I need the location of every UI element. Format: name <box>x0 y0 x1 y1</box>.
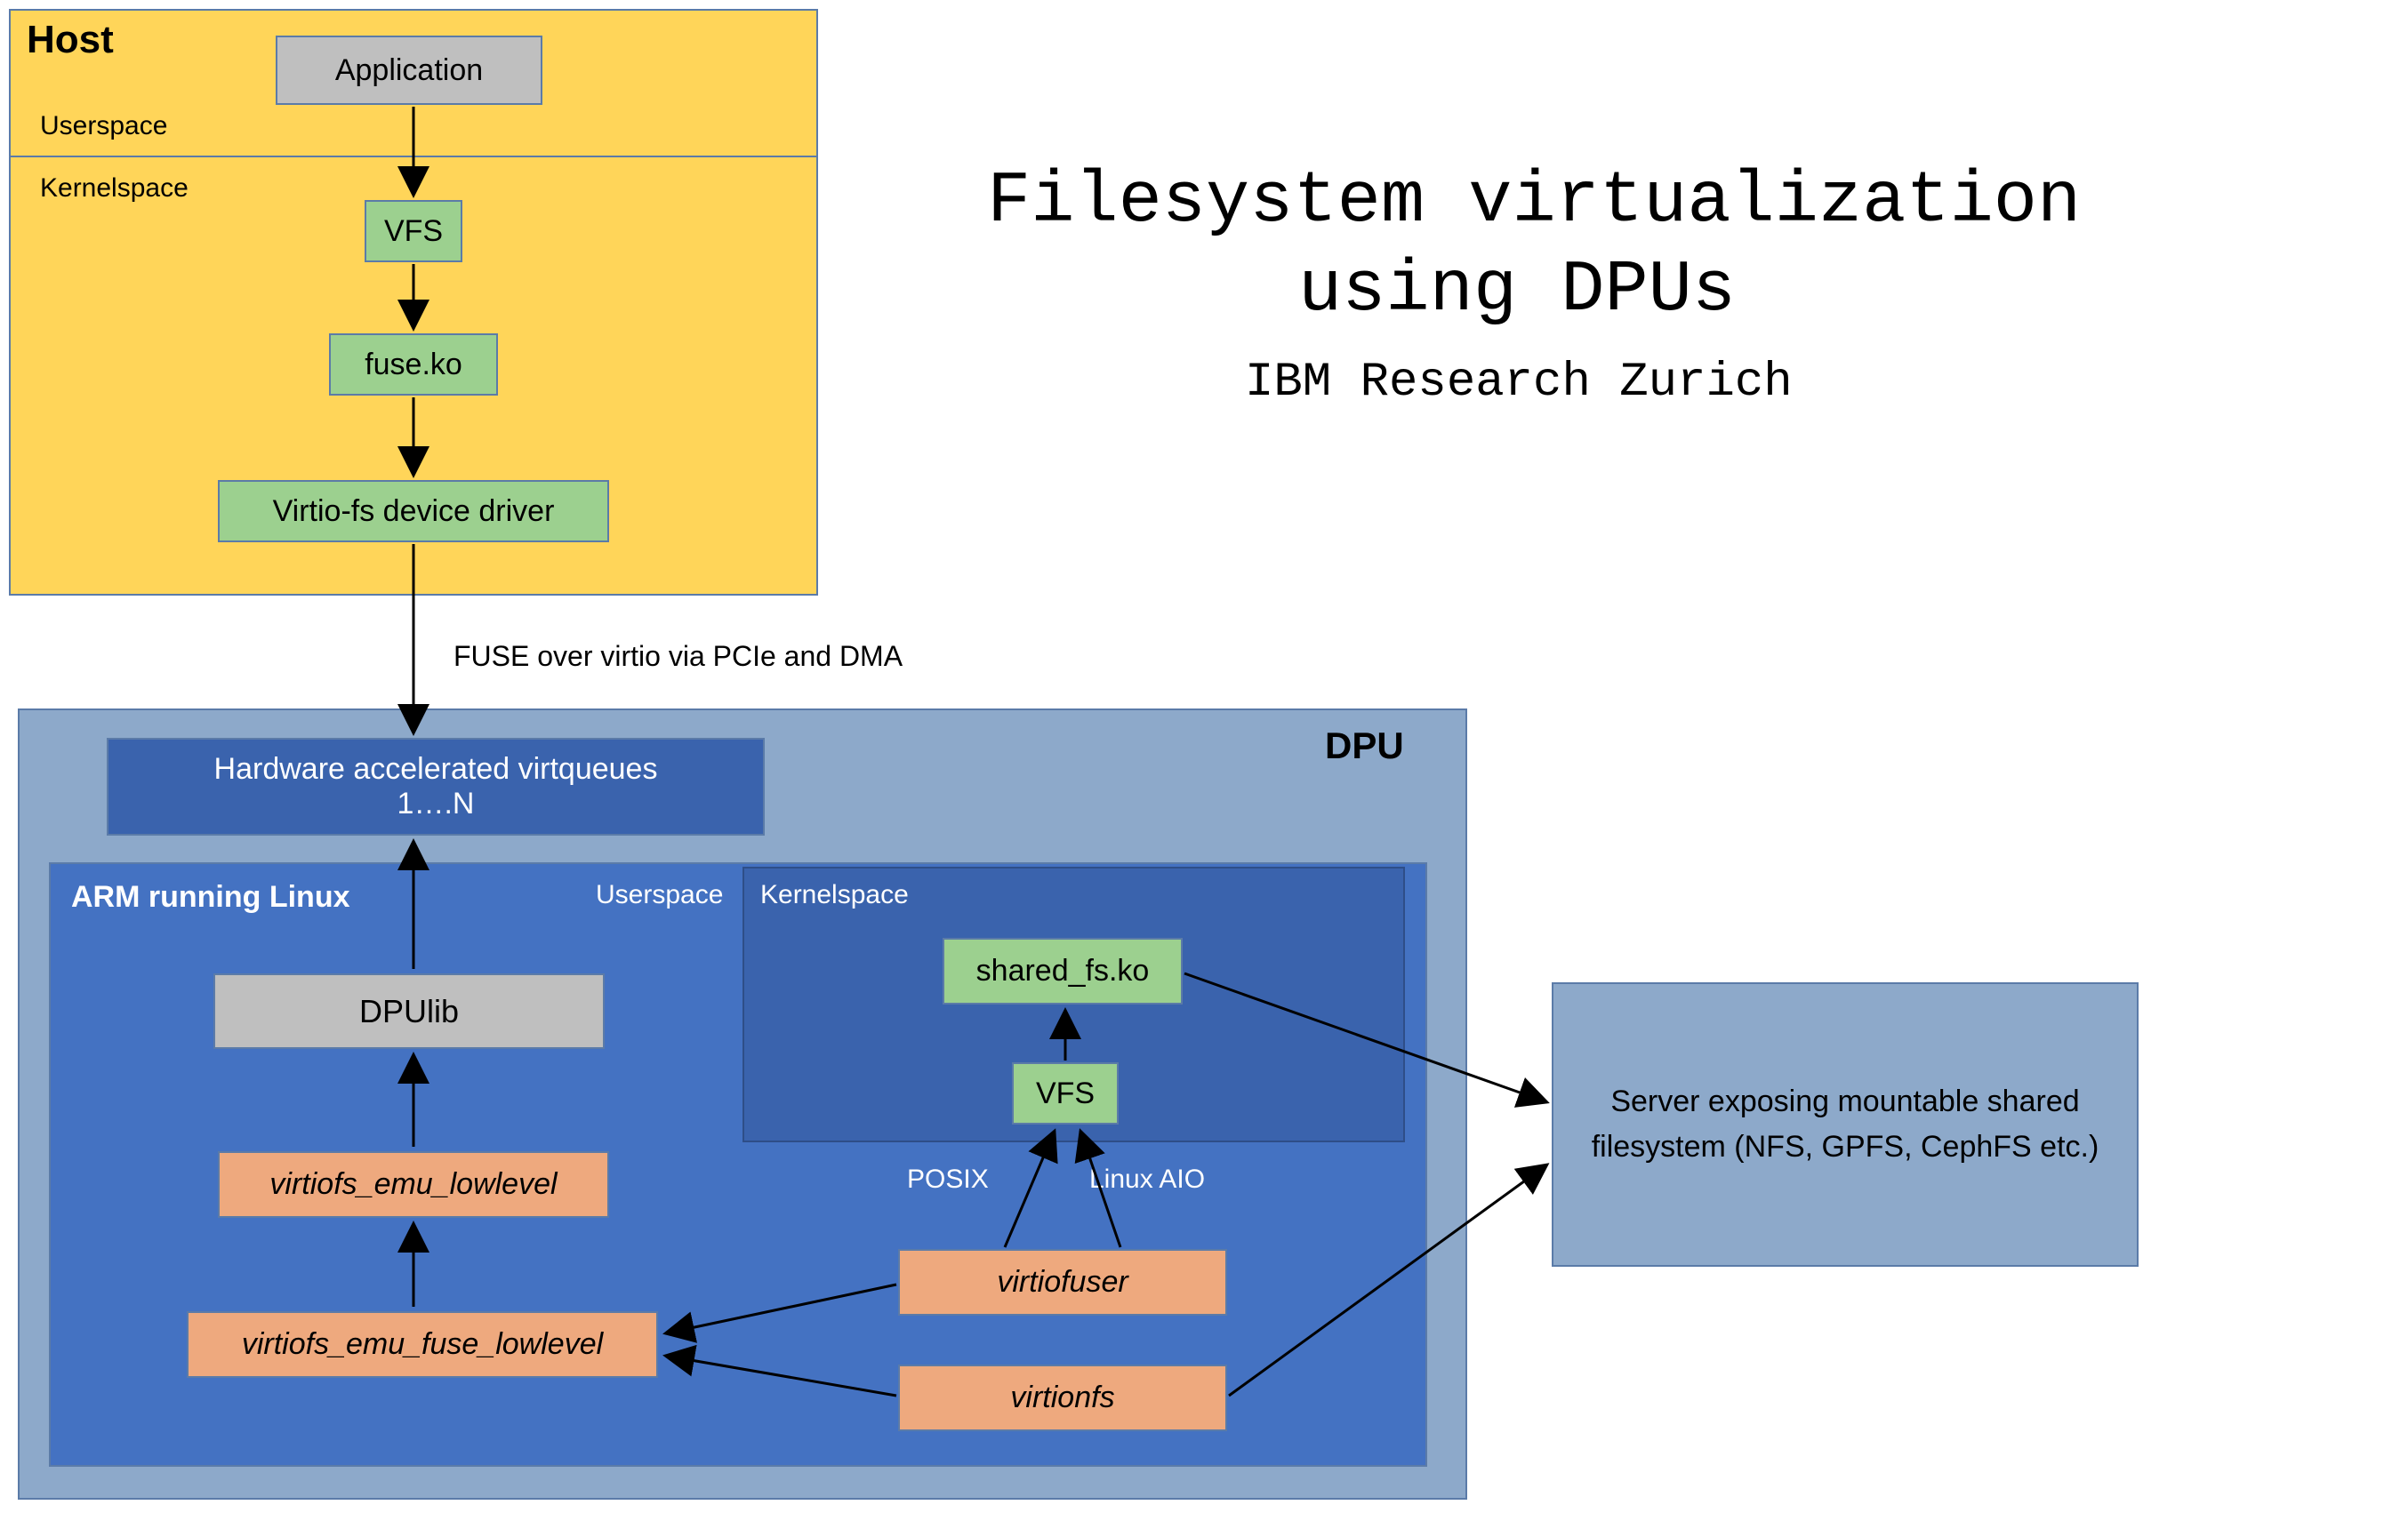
host-kernelspace-label: Kernelspace <box>40 173 189 204</box>
application-text: Application <box>335 53 483 88</box>
dpu-vfs-text: VFS <box>1036 1077 1095 1111</box>
shared-fs-ko-box: shared_fs.ko <box>943 938 1183 1005</box>
application-box: Application <box>276 36 542 105</box>
fuse-over-virtio-label: FUSE over virtio via PCIe and DMA <box>454 640 903 673</box>
server-text2: filesystem (NFS, GPFS, CephFS etc.) <box>1592 1125 2099 1170</box>
host-userspace-label: Userspace <box>40 111 167 141</box>
page-title-line2: using DPUs <box>1298 249 1736 332</box>
virtiofs-emu-fuse-lowlevel-text: virtiofs_emu_fuse_lowlevel <box>242 1327 603 1362</box>
virtiofs-emu-lowlevel-text: virtiofs_emu_lowlevel <box>269 1167 557 1202</box>
fuse-ko-text: fuse.ko <box>365 348 462 382</box>
arm-heading: ARM running Linux <box>71 880 350 915</box>
virtionfs-text: virtionfs <box>1010 1381 1114 1415</box>
linux-aio-label: Linux AIO <box>1089 1165 1205 1195</box>
virtiofuser-text: virtiofuser <box>997 1265 1128 1300</box>
virtio-driver-text: Virtio-fs device driver <box>273 494 555 529</box>
page-title-line1: Filesystem virtualization <box>987 160 2081 243</box>
virtiofs-emu-fuse-lowlevel-box: virtiofs_emu_fuse_lowlevel <box>187 1311 658 1378</box>
page-subtitle: IBM Research Zurich <box>1245 356 1793 410</box>
host-vfs-box: VFS <box>365 200 462 262</box>
dpulib-text: DPUlib <box>359 993 459 1030</box>
virtqueues-box: Hardware accelerated virtqueues 1….N <box>107 738 765 836</box>
dpu-vfs-box: VFS <box>1012 1062 1119 1125</box>
fuse-ko-box: fuse.ko <box>329 333 498 396</box>
virtionfs-box: virtionfs <box>898 1365 1227 1431</box>
host-heading: Host <box>27 18 114 62</box>
dpu-heading: DPU <box>1325 724 1404 767</box>
host-divider <box>11 156 816 157</box>
shared-fs-ko-text: shared_fs.ko <box>976 954 1150 989</box>
virtqueues-text2: 1….N <box>397 787 475 821</box>
arm-userspace-label: Userspace <box>596 880 723 910</box>
host-vfs-text: VFS <box>384 214 443 249</box>
virtiofs-emu-lowlevel-box: virtiofs_emu_lowlevel <box>218 1151 609 1218</box>
diagram-canvas: Filesystem virtualization using DPUs IBM… <box>0 0 2408 1529</box>
server-text1: Server exposing mountable shared <box>1610 1079 2079 1125</box>
server-box: Server exposing mountable shared filesys… <box>1552 982 2139 1267</box>
dpulib-box: DPUlib <box>213 973 605 1049</box>
posix-label: POSIX <box>907 1165 989 1195</box>
virtqueues-text1: Hardware accelerated virtqueues <box>214 752 658 787</box>
virtio-driver-box: Virtio-fs device driver <box>218 480 609 542</box>
virtiofuser-box: virtiofuser <box>898 1249 1227 1316</box>
arm-kernelspace-label: Kernelspace <box>760 880 909 910</box>
